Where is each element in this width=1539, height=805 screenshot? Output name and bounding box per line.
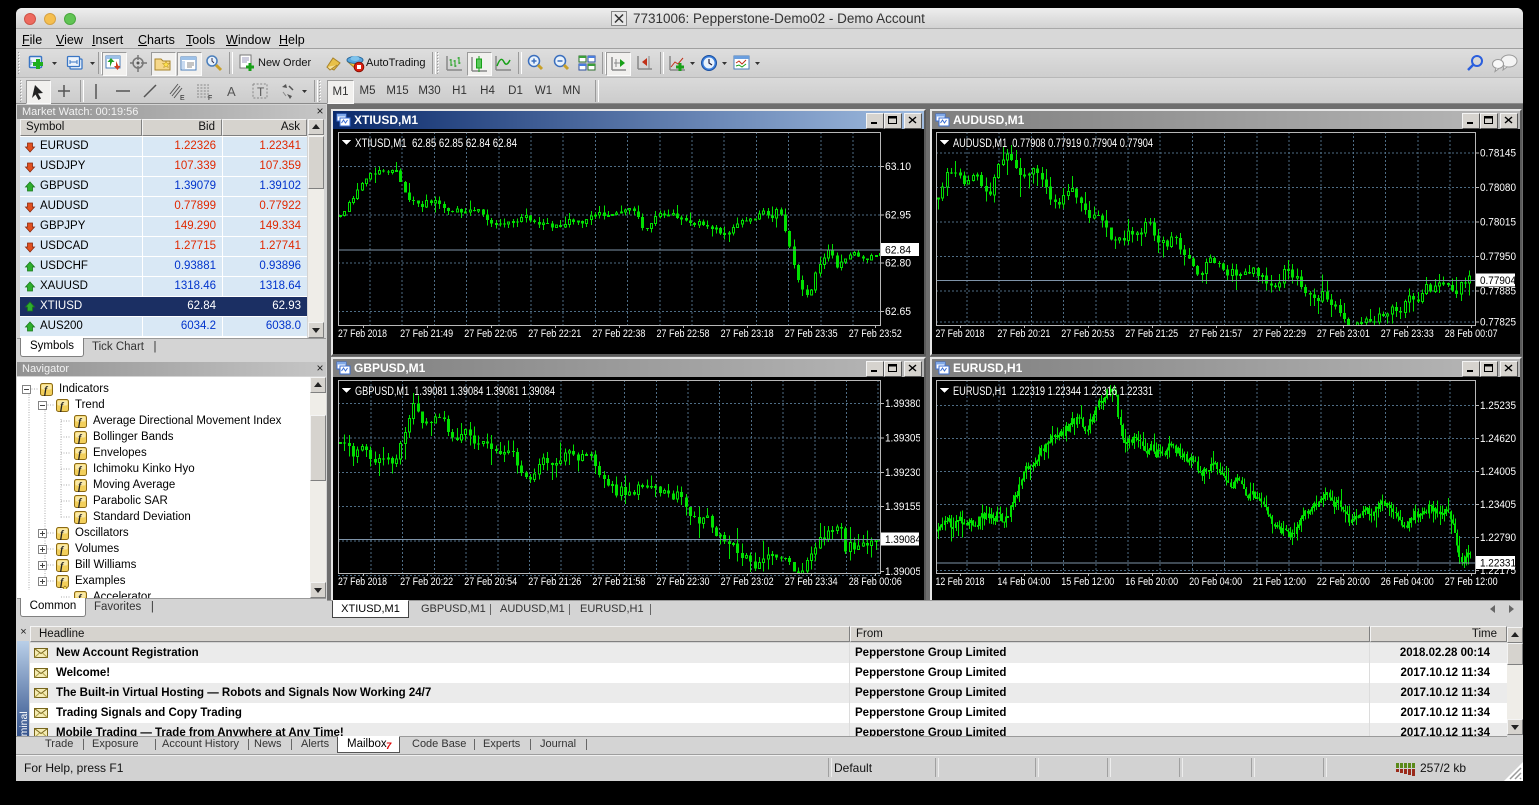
svg-text:1.23405: 1.23405 bbox=[1480, 499, 1516, 511]
svg-text:27 Feb 21:26: 27 Feb 21:26 bbox=[528, 576, 581, 588]
svg-text:0.78015: 0.78015 bbox=[1480, 216, 1516, 228]
svg-text:27 Feb 2018: 27 Feb 2018 bbox=[338, 576, 387, 588]
svg-text:27 Feb 22:30: 27 Feb 22:30 bbox=[657, 576, 710, 588]
svg-text:27 Feb 2018: 27 Feb 2018 bbox=[338, 328, 387, 340]
svg-text:22 Feb 20:00: 22 Feb 20:00 bbox=[1317, 576, 1370, 588]
svg-text:63.10: 63.10 bbox=[885, 161, 911, 173]
svg-text:27 Feb 23:02: 27 Feb 23:02 bbox=[721, 576, 774, 588]
svg-text:F: F bbox=[208, 95, 212, 101]
svg-text:21 Feb 12:00: 21 Feb 12:00 bbox=[1253, 576, 1306, 588]
svg-text:27 Feb 20:54: 27 Feb 20:54 bbox=[464, 576, 517, 588]
svg-text:27 Feb 21:57: 27 Feb 21:57 bbox=[1189, 328, 1242, 340]
svg-text:27 Feb 23:34: 27 Feb 23:34 bbox=[785, 576, 838, 588]
svg-text:27 Feb 21:58: 27 Feb 21:58 bbox=[592, 576, 645, 588]
svg-text:26 Feb 04:00: 26 Feb 04:00 bbox=[1381, 576, 1434, 588]
svg-text:62.95: 62.95 bbox=[885, 209, 911, 221]
svg-text:27 Feb 20:53: 27 Feb 20:53 bbox=[1061, 328, 1114, 340]
svg-text:XTIUSD,M1 62.85 62.85 62.84 6: XTIUSD,M1 62.85 62.85 62.84 62.84 bbox=[355, 138, 518, 150]
svg-text:27 Feb 20:21: 27 Feb 20:21 bbox=[997, 328, 1050, 340]
svg-text:27 Feb 20:22: 27 Feb 20:22 bbox=[400, 576, 453, 588]
svg-text:T: T bbox=[257, 85, 265, 99]
svg-text:28 Feb 00:06: 28 Feb 00:06 bbox=[849, 576, 902, 588]
svg-text:27 Feb 23:33: 27 Feb 23:33 bbox=[1381, 328, 1434, 340]
svg-text:0.78145: 0.78145 bbox=[1480, 147, 1516, 159]
svg-text:27 Feb 23:52: 27 Feb 23:52 bbox=[849, 328, 902, 340]
svg-text:62.80: 62.80 bbox=[885, 258, 911, 270]
svg-text:GBPUSD,M1 1.39081 1.39084 1.3: GBPUSD,M1 1.39081 1.39084 1.39081 1.3908… bbox=[355, 386, 555, 398]
svg-text:0.78080: 0.78080 bbox=[1480, 182, 1516, 194]
svg-text:0.77904: 0.77904 bbox=[1480, 275, 1516, 287]
svg-text:12 Feb 2018: 12 Feb 2018 bbox=[936, 576, 985, 588]
svg-text:14 Feb 04:00: 14 Feb 04:00 bbox=[997, 576, 1050, 588]
svg-text:1.39230: 1.39230 bbox=[885, 467, 920, 479]
svg-text:27 Feb 12:00: 27 Feb 12:00 bbox=[1445, 576, 1498, 588]
svg-text:15 Feb 12:00: 15 Feb 12:00 bbox=[1061, 576, 1114, 588]
svg-text:27 Feb 21:25: 27 Feb 21:25 bbox=[1125, 328, 1178, 340]
svg-text:1.24620: 1.24620 bbox=[1480, 433, 1516, 445]
svg-text:1.39380: 1.39380 bbox=[885, 398, 920, 410]
svg-text:27 Feb 22:29: 27 Feb 22:29 bbox=[1253, 328, 1306, 340]
svg-text:16 Feb 20:00: 16 Feb 20:00 bbox=[1125, 576, 1178, 588]
svg-text:62.84: 62.84 bbox=[885, 245, 911, 257]
svg-text:1.39155: 1.39155 bbox=[885, 501, 920, 513]
svg-text:27 Feb 21:49: 27 Feb 21:49 bbox=[400, 328, 453, 340]
svg-text:0.77950: 0.77950 bbox=[1480, 251, 1516, 263]
svg-text:62.65: 62.65 bbox=[885, 306, 911, 318]
svg-text:27 Feb 22:58: 27 Feb 22:58 bbox=[657, 328, 710, 340]
svg-text:1.39084: 1.39084 bbox=[885, 534, 920, 546]
svg-text:1.22331: 1.22331 bbox=[1480, 558, 1516, 570]
svg-text:AUDUSD,M1 0.77908 0.77919 0.7: AUDUSD,M1 0.77908 0.77919 0.77904 0.7790… bbox=[953, 138, 1153, 150]
svg-text:27 Feb 22:38: 27 Feb 22:38 bbox=[592, 328, 645, 340]
svg-text:27 Feb 22:21: 27 Feb 22:21 bbox=[528, 328, 581, 340]
svg-text:1.24005: 1.24005 bbox=[1480, 466, 1516, 478]
svg-text:27 Feb 2018: 27 Feb 2018 bbox=[936, 328, 985, 340]
svg-text:28 Feb 00:07: 28 Feb 00:07 bbox=[1445, 328, 1498, 340]
svg-text:0.77825: 0.77825 bbox=[1480, 317, 1516, 329]
svg-text:EURUSD,H1 1.22319 1.22344 1.2: EURUSD,H1 1.22319 1.22344 1.22316 1.2233… bbox=[953, 386, 1153, 398]
svg-text:27 Feb 22:05: 27 Feb 22:05 bbox=[464, 328, 517, 340]
svg-text:20 Feb 04:00: 20 Feb 04:00 bbox=[1189, 576, 1242, 588]
svg-text:27 Feb 23:18: 27 Feb 23:18 bbox=[721, 328, 774, 340]
svg-text:1.25235: 1.25235 bbox=[1480, 400, 1516, 412]
svg-text:A: A bbox=[227, 84, 236, 99]
svg-text:1.39305: 1.39305 bbox=[885, 432, 920, 444]
svg-text:27 Feb 23:35: 27 Feb 23:35 bbox=[785, 328, 838, 340]
svg-text:1.22790: 1.22790 bbox=[1480, 532, 1516, 544]
svg-text:E: E bbox=[180, 95, 185, 101]
svg-text:27 Feb 23:01: 27 Feb 23:01 bbox=[1317, 328, 1370, 340]
